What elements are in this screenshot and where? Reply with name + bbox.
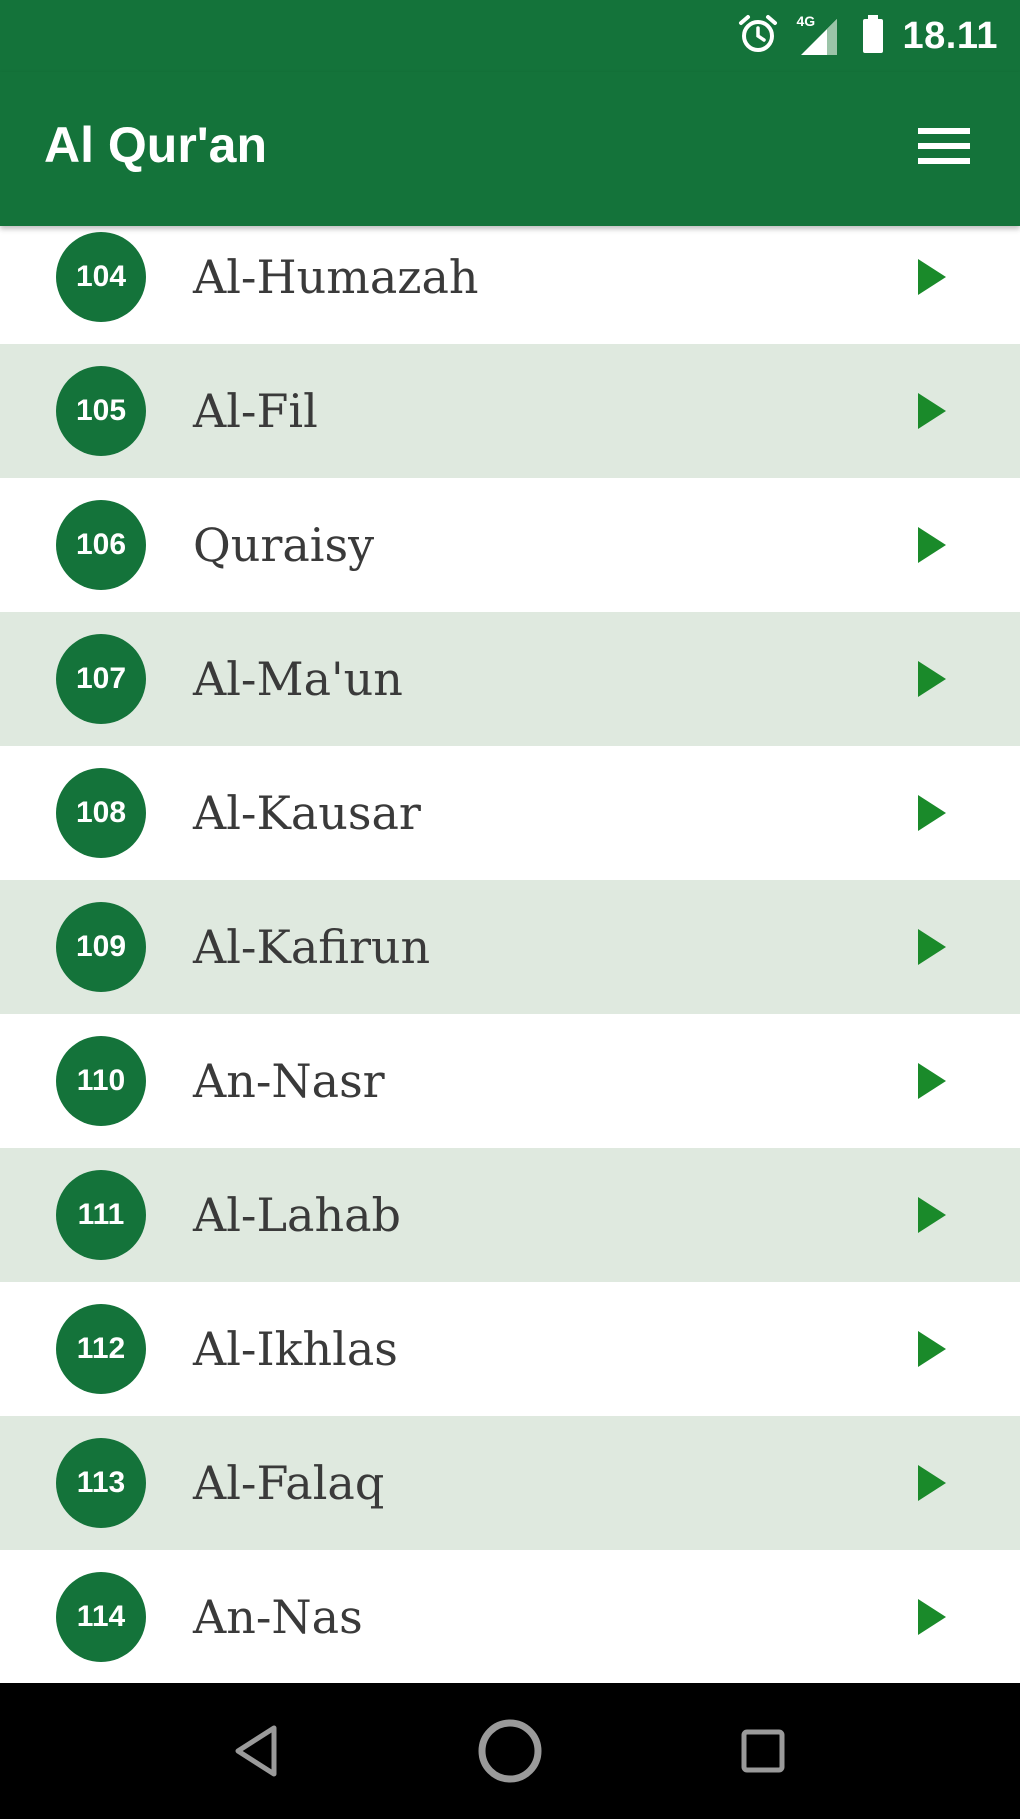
surah-number-badge: 110 bbox=[56, 1036, 146, 1126]
menu-button[interactable] bbox=[914, 120, 974, 172]
surah-name: Al-Ikhlas bbox=[193, 1322, 398, 1376]
surah-row[interactable]: 113 Al-Falaq bbox=[0, 1416, 1020, 1550]
play-icon bbox=[918, 661, 946, 697]
play-button[interactable] bbox=[910, 925, 954, 969]
surah-list: 104 Al-Humazah 105 Al-Fil 106 Quraisy 10… bbox=[0, 210, 1020, 1684]
surah-row[interactable]: 111 Al-Lahab bbox=[0, 1148, 1020, 1282]
surah-number-badge: 107 bbox=[56, 634, 146, 724]
surah-row[interactable]: 110 An-Nasr bbox=[0, 1014, 1020, 1148]
play-icon bbox=[918, 929, 946, 965]
play-button[interactable] bbox=[910, 1595, 954, 1639]
surah-row[interactable]: 107 Al-Ma'un bbox=[0, 612, 1020, 746]
surah-row[interactable]: 104 Al-Humazah bbox=[0, 210, 1020, 344]
app-bar: Al Qur'an bbox=[0, 72, 1020, 226]
surah-row[interactable]: 105 Al-Fil bbox=[0, 344, 1020, 478]
back-button[interactable] bbox=[212, 1706, 302, 1796]
surah-number-badge: 109 bbox=[56, 902, 146, 992]
app-title: Al Qur'an bbox=[44, 117, 268, 173]
back-icon bbox=[235, 1725, 277, 1777]
surah-number-badge: 104 bbox=[56, 232, 146, 322]
surah-number-badge: 105 bbox=[56, 366, 146, 456]
alarm-icon bbox=[737, 13, 779, 60]
play-icon bbox=[918, 393, 946, 429]
play-icon bbox=[918, 1063, 946, 1099]
surah-number-badge: 108 bbox=[56, 768, 146, 858]
play-icon bbox=[918, 795, 946, 831]
surah-name: Quraisy bbox=[193, 518, 375, 572]
surah-name: Al-Fil bbox=[193, 384, 318, 438]
recents-icon bbox=[741, 1729, 785, 1773]
surah-row[interactable]: 108 Al-Kausar bbox=[0, 746, 1020, 880]
home-button[interactable] bbox=[465, 1706, 555, 1796]
play-icon bbox=[918, 1197, 946, 1233]
play-button[interactable] bbox=[910, 389, 954, 433]
surah-name: Al-Kausar bbox=[193, 786, 421, 840]
play-button[interactable] bbox=[910, 1059, 954, 1103]
signal-icon: 4G bbox=[797, 13, 843, 57]
surah-name: Al-Humazah bbox=[193, 250, 479, 304]
play-button[interactable] bbox=[910, 255, 954, 299]
system-nav-bar bbox=[0, 1683, 1020, 1819]
surah-name: Al-Lahab bbox=[193, 1188, 401, 1242]
surah-name: Al-Falaq bbox=[193, 1456, 385, 1510]
hamburger-menu-icon bbox=[918, 128, 970, 164]
status-time: 18.11 bbox=[902, 14, 998, 57]
surah-name: An-Nas bbox=[193, 1590, 363, 1644]
surah-name: Al-Ma'un bbox=[193, 652, 403, 706]
play-icon bbox=[918, 1465, 946, 1501]
status-icons: 4G 18.11 bbox=[737, 10, 999, 62]
recents-button[interactable] bbox=[718, 1706, 808, 1796]
surah-row[interactable]: 106 Quraisy bbox=[0, 478, 1020, 612]
status-bar: 4G 18.11 bbox=[0, 0, 1020, 72]
surah-name: Al-Kafirun bbox=[193, 920, 431, 974]
play-button[interactable] bbox=[910, 523, 954, 567]
play-button[interactable] bbox=[910, 657, 954, 701]
play-icon bbox=[918, 259, 946, 295]
surah-number-badge: 112 bbox=[56, 1304, 146, 1394]
play-icon bbox=[918, 527, 946, 563]
play-button[interactable] bbox=[910, 1327, 954, 1371]
surah-number-badge: 106 bbox=[56, 500, 146, 590]
surah-name: An-Nasr bbox=[193, 1054, 385, 1108]
play-button[interactable] bbox=[910, 1461, 954, 1505]
surah-row[interactable]: 109 Al-Kafirun bbox=[0, 880, 1020, 1014]
surah-row[interactable]: 114 An-Nas bbox=[0, 1550, 1020, 1684]
play-icon bbox=[918, 1599, 946, 1635]
home-icon bbox=[478, 1719, 542, 1783]
play-button[interactable] bbox=[910, 1193, 954, 1237]
surah-number-badge: 111 bbox=[56, 1170, 146, 1260]
surah-number-badge: 113 bbox=[56, 1438, 146, 1528]
surah-row[interactable]: 112 Al-Ikhlas bbox=[0, 1282, 1020, 1416]
battery-icon bbox=[861, 13, 885, 60]
play-button[interactable] bbox=[910, 791, 954, 835]
surah-number-badge: 114 bbox=[56, 1572, 146, 1662]
play-icon bbox=[918, 1331, 946, 1367]
